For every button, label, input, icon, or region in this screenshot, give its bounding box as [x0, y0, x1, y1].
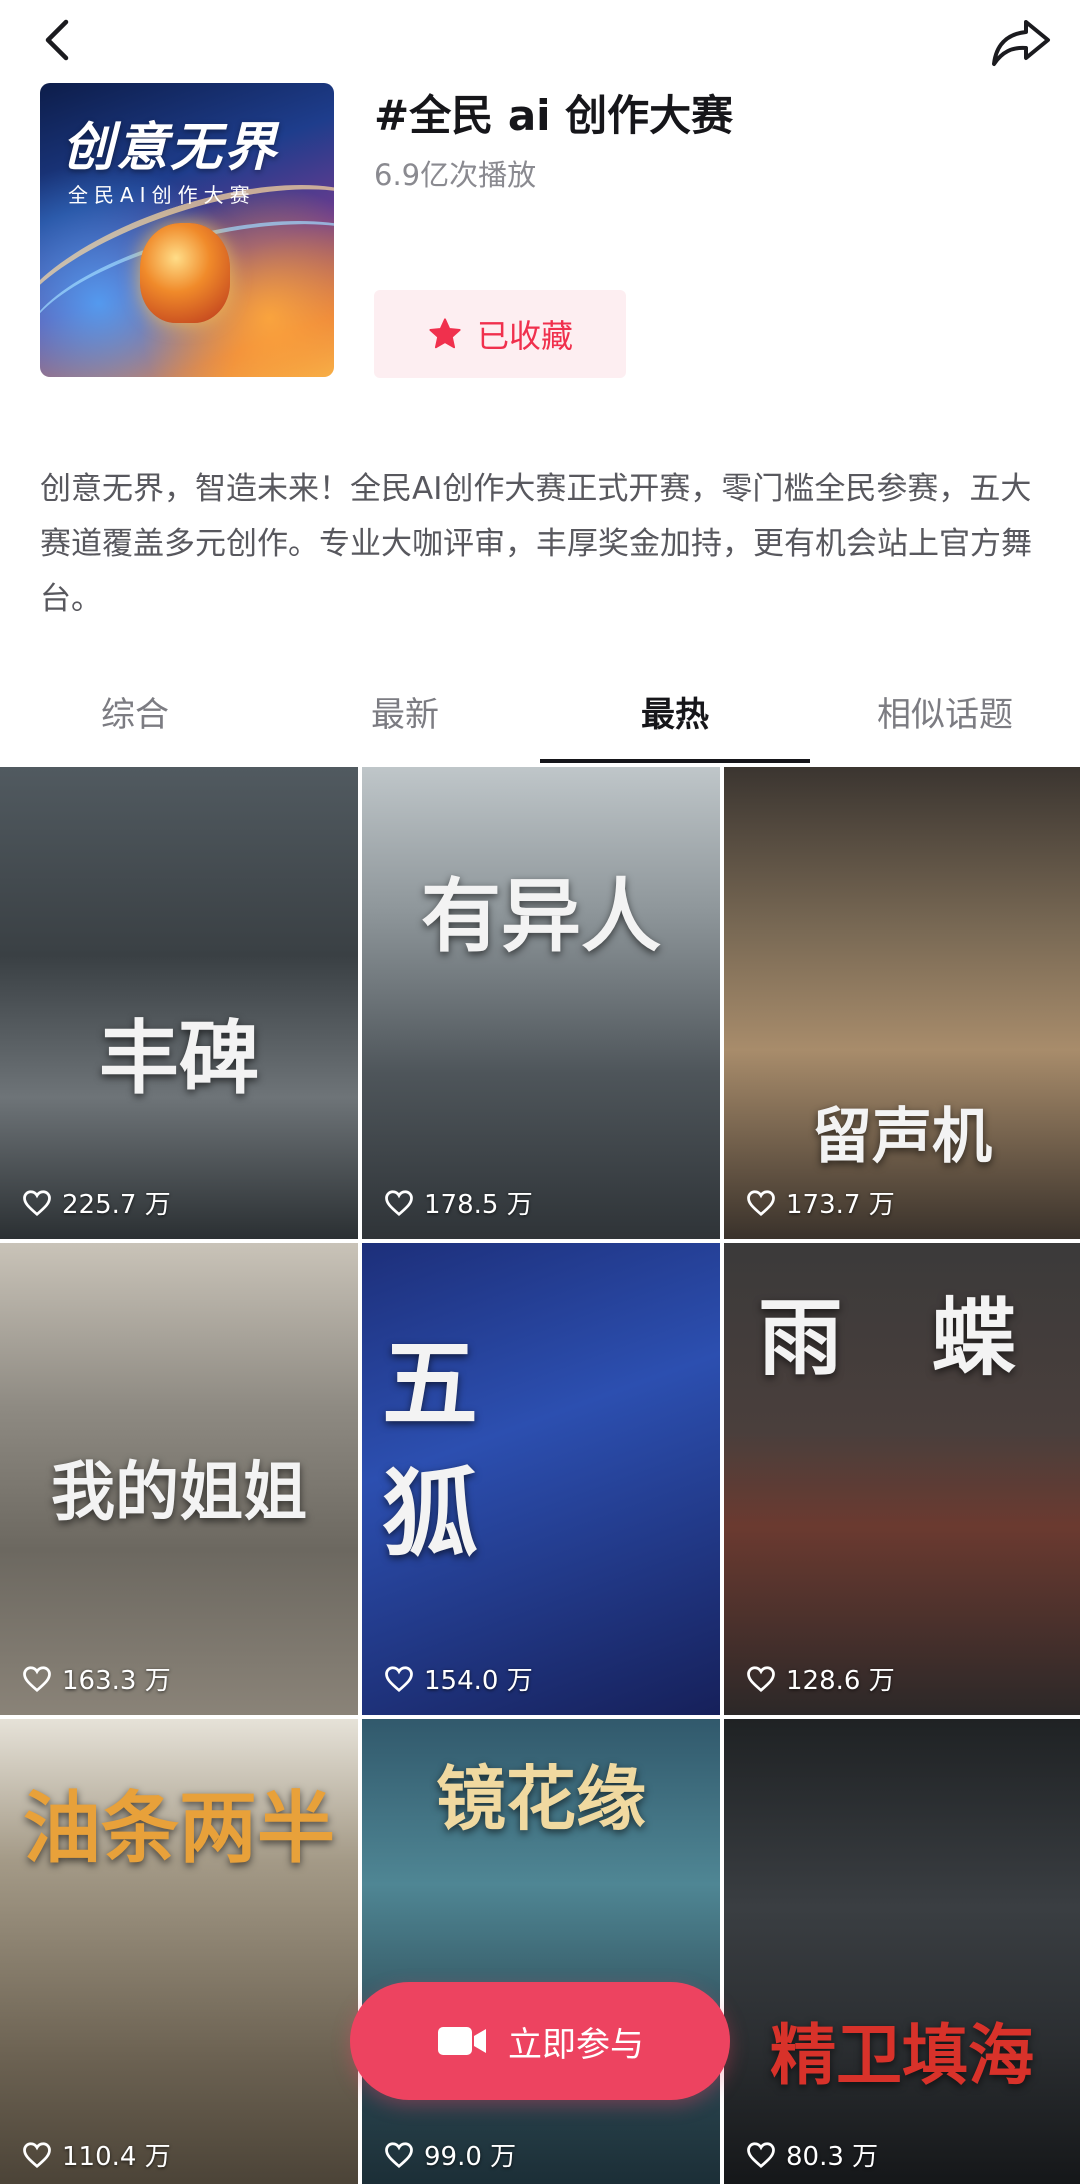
like-count-text: 225.7 万	[62, 1190, 171, 1220]
heart-icon	[747, 2141, 775, 2168]
share-arrow-icon	[992, 20, 1050, 66]
video-title-overlay: 丰碑	[99, 1010, 259, 1105]
join-now-label: 立即参与	[508, 2024, 644, 2065]
favorite-button[interactable]: 已收藏	[374, 290, 626, 378]
favorite-label: 已收藏	[476, 317, 573, 355]
video-card[interactable]: 留声机 173.7 万	[724, 767, 1080, 1239]
like-count-text: 128.6 万	[786, 1666, 895, 1696]
video-card[interactable]: 我的姐姐 163.3 万	[0, 1243, 358, 1715]
topic-description: 创意无界，智造未来！全民AI创作大赛正式开赛，零门槛全民参赛，五大赛道覆盖多元创…	[40, 471, 1032, 617]
video-card[interactable]: 油条两半 110.4 万	[0, 1719, 358, 2184]
video-title-overlay: 留声机	[812, 1101, 992, 1172]
like-count: 128.6 万	[746, 1660, 895, 1697]
video-title-overlay: 精卫填海	[770, 2016, 1034, 2095]
video-card[interactable]: 丰碑 225.7 万	[0, 767, 358, 1239]
video-card[interactable]: 五狐 154.0 万	[362, 1243, 720, 1715]
video-title-overlay: 有异人	[421, 868, 661, 963]
heart-icon	[747, 1665, 775, 1692]
video-grid: 丰碑 225.7 万 有异人 178.5 万 留声机 173.7 万 我的姐姐 …	[0, 767, 1080, 2184]
like-count-text: 99.0 万	[424, 2142, 517, 2172]
like-count: 80.3 万	[746, 2136, 878, 2173]
video-title-overlay: 雨 蝶	[758, 1288, 1046, 1388]
topic-cover-image: 创意无界 全民AI创作大赛	[40, 83, 334, 377]
video-title-overlay: 五狐	[382, 1326, 478, 1570]
back-button[interactable]	[28, 10, 88, 70]
tab-latest[interactable]: 最新	[270, 680, 540, 764]
tab-bar: 综合 最新 最热 相似话题	[0, 680, 1080, 764]
video-card[interactable]: 镜花缘 99.0 万	[362, 1719, 720, 2184]
star-icon	[429, 318, 461, 349]
heart-icon	[23, 1189, 51, 1216]
play-count: 6.9亿次播放	[374, 158, 537, 192]
video-card[interactable]: 有异人 178.5 万	[362, 767, 720, 1239]
tab-comprehensive[interactable]: 综合	[0, 680, 270, 764]
video-title-overlay: 我的姐姐	[51, 1455, 307, 1531]
heart-icon	[23, 2141, 51, 2168]
video-card[interactable]: 精卫填海 80.3 万	[724, 1719, 1080, 2184]
video-title-overlay: 油条两半	[22, 1783, 335, 1875]
like-count: 178.5 万	[384, 1184, 533, 1221]
like-count-text: 110.4 万	[62, 2142, 171, 2172]
like-count-text: 80.3 万	[786, 2142, 879, 2172]
like-count-text: 173.7 万	[786, 1190, 895, 1220]
topic-title: #全民 ai 创作大赛	[374, 91, 734, 140]
heart-icon	[747, 1189, 775, 1216]
lion-dance-figure	[140, 223, 230, 323]
like-count: 99.0 万	[384, 2136, 516, 2173]
heart-icon	[23, 1665, 51, 1692]
cover-subtitle: 全民AI创作大赛	[68, 183, 256, 207]
tab-hottest[interactable]: 最热	[540, 680, 810, 764]
tab-similar-topics[interactable]: 相似话题	[810, 680, 1080, 764]
like-count: 163.3 万	[22, 1660, 171, 1697]
video-title-overlay: 镜花缘	[436, 1756, 646, 1840]
top-bar	[0, 0, 1080, 80]
like-count: 110.4 万	[22, 2136, 171, 2173]
chevron-left-icon	[45, 19, 69, 61]
heart-icon	[385, 1189, 413, 1216]
cover-title: 创意无界	[62, 118, 279, 178]
like-count-text: 163.3 万	[62, 1666, 171, 1696]
heart-icon	[385, 2141, 413, 2168]
video-card[interactable]: 雨 蝶 128.6 万	[724, 1243, 1080, 1715]
like-count-text: 154.0 万	[424, 1666, 533, 1696]
like-count: 173.7 万	[746, 1184, 895, 1221]
heart-icon	[385, 1665, 413, 1692]
video-camera-icon	[438, 2027, 486, 2055]
join-now-button[interactable]: 立即参与	[350, 1982, 730, 2100]
like-count-text: 178.5 万	[424, 1190, 533, 1220]
like-count: 225.7 万	[22, 1184, 171, 1221]
share-button[interactable]	[986, 12, 1056, 72]
like-count: 154.0 万	[384, 1660, 533, 1697]
